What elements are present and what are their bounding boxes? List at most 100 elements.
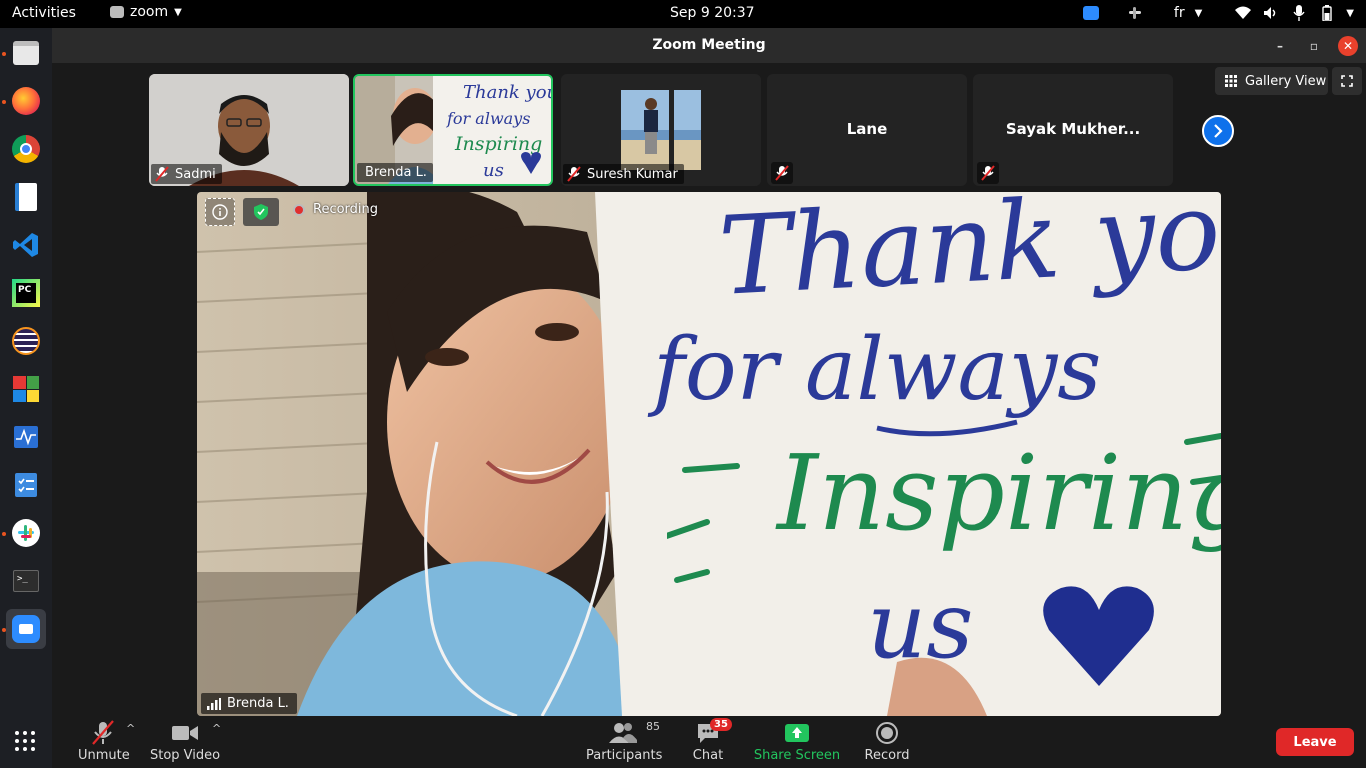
firefox-icon [12,87,40,115]
battery-icon[interactable] [1318,4,1336,22]
fullscreen-button[interactable] [1332,67,1362,95]
handwritten-sign: Thank you for always Inspiring us [653,192,1221,716]
keyboard-layout[interactable]: fr [1174,5,1185,21]
participant-thumbnail-lane[interactable]: Lane [767,74,967,186]
meeting-controls-bar: Unmute ^ Stop Video ^ Participants 85 Ch… [52,716,1366,768]
video-options-caret[interactable]: ^ [212,722,221,735]
shield-icon [254,204,268,220]
window-titlebar[interactable]: Zoom Meeting – ▫ ✕ [52,28,1366,63]
microphone-icon[interactable] [1290,4,1308,22]
grid-icon [1225,75,1237,87]
minimize-button[interactable]: – [1270,36,1290,56]
app-menu-label: zoom [130,4,169,20]
window-title: Zoom Meeting [652,37,766,53]
dock-monitor[interactable] [6,417,46,457]
recording-label: Recording [313,202,379,217]
chat-label: Chat [692,748,724,763]
stop-video-button[interactable]: Stop Video [150,720,220,763]
next-page-button[interactable] [1202,115,1234,147]
show-applications-button[interactable] [14,730,36,756]
chevron-right-icon [1214,124,1223,138]
maximize-button[interactable]: ▫ [1304,36,1324,56]
system-tray[interactable]: fr ▼ ▼ [1082,4,1354,22]
participant-name: Suresh Kumar [587,166,678,182]
document-icon [15,183,37,211]
participants-count: 85 [646,720,660,733]
dock-files[interactable] [6,33,46,73]
dock-vscode[interactable] [6,225,46,265]
participant-thumbnail-suresh[interactable]: Suresh Kumar [561,74,761,186]
gallery-view-button[interactable]: Gallery View [1215,67,1328,95]
app-menu[interactable]: zoom ▼ [110,4,182,20]
dock-tasks[interactable] [6,465,46,505]
dock-firefox[interactable] [6,81,46,121]
participant-name-tag: Brenda L. [357,163,433,182]
gallery-view-label: Gallery View [1245,73,1327,89]
slack-tray-icon[interactable] [1126,4,1144,22]
speaker-name: Brenda L. [227,696,289,711]
close-button[interactable]: ✕ [1338,36,1358,56]
mic-muted-icon [775,165,789,181]
chevron-down-icon: ▼ [1194,7,1203,19]
unmute-button[interactable]: Unmute [78,720,130,763]
mic-muted-icon [155,166,169,182]
clock[interactable]: Sep 9 20:37 [670,5,755,21]
dock-slack[interactable] [6,513,46,553]
mic-muted-icon [981,165,995,181]
unmute-label: Unmute [78,748,130,763]
app-grid-icon [15,731,35,751]
leave-button[interactable]: Leave [1276,728,1354,756]
active-speaker-video[interactable]: Thank you for always Inspiring us Record… [197,192,1221,716]
participant-name: Sayak Mukher... [1005,120,1141,138]
files-icon [13,41,39,65]
participant-name-tag: Sadmi [151,164,222,184]
zoom-app-icon [110,6,124,18]
blocks-icon [13,376,39,402]
system-monitor-icon [14,426,38,448]
zoom-meeting-window: Zoom Meeting – ▫ ✕ Sadmi Thank you for a… [52,28,1366,768]
zoom-icon [12,615,40,643]
dock-eclipse[interactable] [6,321,46,361]
record-icon [876,722,898,744]
participant-name-tag: Suresh Kumar [563,164,684,184]
svg-text:us: us [483,160,504,181]
vscode-icon [13,233,38,257]
expand-icon [1341,75,1353,87]
terminal-icon: >_ [13,570,39,592]
signal-strength-icon [207,697,221,710]
audio-options-caret[interactable]: ^ [126,722,135,735]
participants-label: Participants [586,748,663,763]
dock-app-grid-game[interactable] [6,369,46,409]
wifi-icon[interactable] [1234,4,1252,22]
chrome-icon [12,135,40,163]
video-camera-icon [172,726,198,740]
dock-writer[interactable] [6,177,46,217]
svg-text:for always: for always [446,109,530,128]
record-label: Record [864,748,910,763]
stop-video-label: Stop Video [150,748,221,763]
encryption-status-button[interactable] [243,198,279,226]
mic-muted-icon [567,166,581,182]
participant-thumbnail-sayak[interactable]: Sayak Mukher... [973,74,1173,186]
share-screen-button[interactable]: Share Screen [752,720,842,763]
recording-indicator[interactable]: Recording [293,202,378,217]
participant-thumbnail-sadmi[interactable]: Sadmi [149,74,349,186]
participant-thumbnail-brenda[interactable]: Thank you for always Inspiring us Brenda… [353,74,553,186]
slack-icon [12,519,40,547]
record-button[interactable]: Record [862,720,912,763]
mic-muted-badge [771,162,793,184]
eclipse-icon [12,327,40,355]
dock-chrome[interactable] [6,129,46,169]
meeting-info-button[interactable] [205,198,235,226]
volume-icon[interactable] [1262,4,1280,22]
activities-button[interactable]: Activities [12,5,76,21]
dock-zoom[interactable] [6,609,46,649]
dock-pycharm[interactable]: PC [6,273,46,313]
gnome-top-bar: Activities zoom ▼ Sep 9 20:37 fr ▼ ▼ [0,0,1366,28]
share-screen-icon [785,724,809,742]
zoom-tray-icon[interactable] [1082,4,1100,22]
info-icon [212,204,228,220]
share-screen-label: Share Screen [753,748,841,763]
dock-terminal[interactable]: >_ [6,561,46,601]
record-dot-icon [293,203,305,216]
